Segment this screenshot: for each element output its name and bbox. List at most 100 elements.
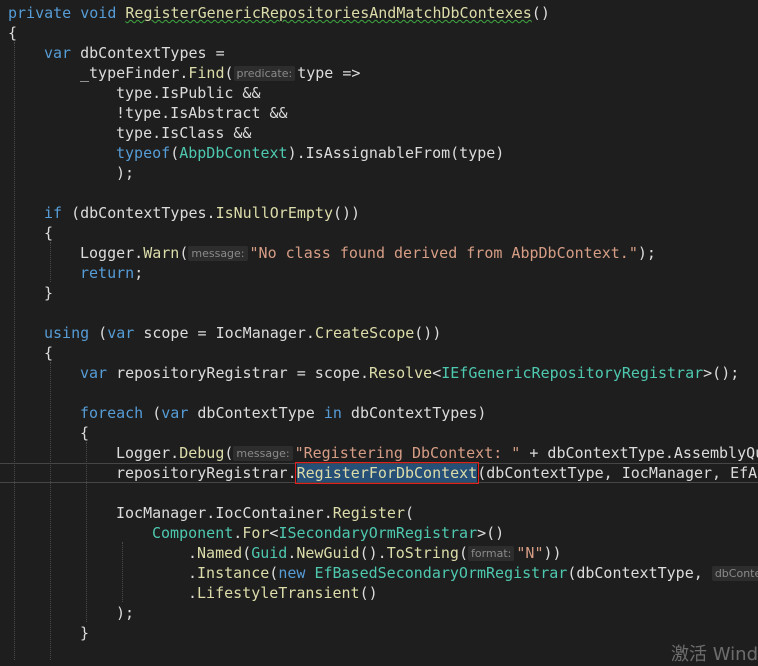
type-name: ISecondaryOrmRegistrar (278, 524, 478, 542)
type-name: AbpDbContext (179, 144, 288, 162)
parameter-hint: message: (233, 446, 293, 461)
code-line[interactable]: ); (116, 603, 134, 623)
method-name: Named (197, 544, 243, 562)
code-line[interactable]: IocManager.IocContainer.Register( (116, 503, 414, 523)
code-token: _typeFinder (80, 64, 180, 82)
keyword: typeof (116, 144, 171, 162)
code-token: ); (116, 604, 135, 622)
code-line[interactable]: { (80, 423, 89, 443)
code-line[interactable]: } (80, 623, 89, 643)
code-token: .IsPublic && (152, 84, 261, 102)
code-line[interactable]: type.IsPublic && (116, 83, 261, 103)
code-line[interactable]: !type.IsAbstract && (116, 103, 288, 123)
type-name: Component (152, 524, 234, 542)
code-token: (dbContextType, IocManager, EfAu (477, 464, 758, 482)
keyword: foreach (80, 404, 144, 422)
keyword: return (80, 264, 135, 282)
code-line[interactable]: foreach (var dbContextType in dbContextT… (80, 403, 486, 423)
code-line[interactable]: Logger.Warn(message: "No class found deri… (80, 243, 656, 263)
code-line[interactable]: _typeFinder.Find(predicate: type => (80, 63, 360, 83)
code-token: ; (134, 264, 144, 282)
code-line[interactable]: .Named(Guid.NewGuid().ToString(format: "N… (188, 543, 562, 563)
code-line[interactable]: .LifestyleTransient() (188, 583, 378, 603)
method-name: Resolve (369, 364, 433, 382)
code-line[interactable]: { (44, 343, 53, 363)
code-line[interactable]: var repositoryRegistrar = scope.Resolve<… (80, 363, 739, 383)
code-line[interactable]: Logger.Debug(message: "Registering DbCont… (116, 443, 758, 463)
code-token: ( (269, 564, 279, 582)
keyword: void (80, 4, 117, 22)
code-token: ( (179, 244, 189, 262)
selected-method-name[interactable]: RegisterForDbContext (294, 462, 480, 484)
code-line[interactable]: Component.For<ISecondaryOrmRegistrar>() (152, 523, 504, 543)
code-token: () (359, 584, 378, 602)
keyword: private (8, 4, 72, 22)
code-token: { (44, 224, 54, 242)
code-token: >(); (703, 364, 740, 382)
code-token: type (116, 84, 153, 102)
code-token: ( (458, 544, 468, 562)
code-token: dbContextTypes = (80, 44, 225, 62)
code-line[interactable]: private void RegisterGenericRepositories… (8, 3, 550, 23)
code-token: IocManager.IocContainer. (116, 504, 333, 522)
code-token: ( (224, 64, 234, 82)
code-token: . (188, 564, 198, 582)
method-name: NewGuid (296, 544, 360, 562)
code-token: ()) (333, 204, 361, 222)
code-line[interactable]: .Instance(new EfBasedSecondaryOrmRegistr… (188, 563, 758, 583)
code-token: ); (116, 164, 135, 182)
code-token: Logger. (80, 244, 144, 262)
method-name: IsNullOrEmpty (215, 204, 333, 222)
code-token: + dbContextType.AssemblyQu (520, 444, 758, 462)
method-name: Instance (197, 564, 270, 582)
code-token: repositoryRegistrar = scope. (107, 364, 369, 382)
code-token: )) (543, 544, 562, 562)
code-token: ( (242, 544, 252, 562)
code-token: { (44, 344, 54, 362)
keyword: using (44, 324, 90, 342)
method-name: CreateScope (314, 324, 415, 342)
code-token: ( (143, 404, 162, 422)
string-literal: "No class found derived from AbpDbContex… (249, 244, 638, 262)
code-token: . (188, 584, 198, 602)
code-token: () (531, 4, 550, 22)
code-token: >() (477, 524, 505, 542)
code-line[interactable]: { (8, 23, 17, 43)
method-name: Warn (143, 244, 180, 262)
indent-guide (50, 242, 51, 282)
type-name: EfBasedSecondaryOrmRegistrar (314, 564, 568, 582)
code-token: } (80, 624, 90, 642)
code-line[interactable]: type.IsClass && (116, 123, 251, 143)
code-token: { (80, 424, 90, 442)
code-line[interactable]: return; (80, 263, 143, 283)
code-token: } (44, 284, 54, 302)
code-line[interactable]: var dbContextTypes = (44, 43, 225, 63)
code-line[interactable]: using (var scope = IocManager.CreateScop… (44, 323, 441, 343)
code-token: (dbContextTypes. (62, 204, 216, 222)
code-token: ( (405, 504, 415, 522)
string-literal: "Registering DbContext: " (294, 444, 521, 462)
parameter-hint: format: (467, 546, 515, 561)
code-token: Logger. (116, 444, 180, 462)
code-line[interactable]: } (44, 283, 53, 303)
code-line[interactable]: typeof(AbpDbContext).IsAssignableFrom(ty… (116, 143, 504, 163)
method-name[interactable]: RegisterGenericRepositoriesAndMatchDbCon… (125, 4, 531, 22)
string-literal: "N" (516, 544, 544, 562)
code-line[interactable]: repositoryRegistrar.RegisterForDbContext… (116, 462, 758, 484)
code-line[interactable]: { (44, 223, 53, 243)
code-token: type => (297, 64, 361, 82)
keyword: var (107, 324, 135, 342)
indent-guide (14, 42, 15, 660)
method-name: For (242, 524, 270, 542)
code-line[interactable]: if (dbContextTypes.IsNullOrEmpty()) (44, 203, 360, 223)
method-name: Debug (179, 444, 225, 462)
code-token: type.IsClass && (116, 124, 252, 142)
code-token: repositoryRegistrar. (116, 464, 297, 482)
code-token: ); (637, 244, 656, 262)
method-name: LifestyleTransient (197, 584, 360, 602)
code-editor[interactable]: private void RegisterGenericRepositories… (0, 0, 758, 665)
method-name: Find (188, 64, 225, 82)
parameter-hint: dbConte (711, 566, 758, 581)
code-line[interactable]: ); (116, 163, 134, 183)
code-token: dbContextType (188, 404, 324, 422)
